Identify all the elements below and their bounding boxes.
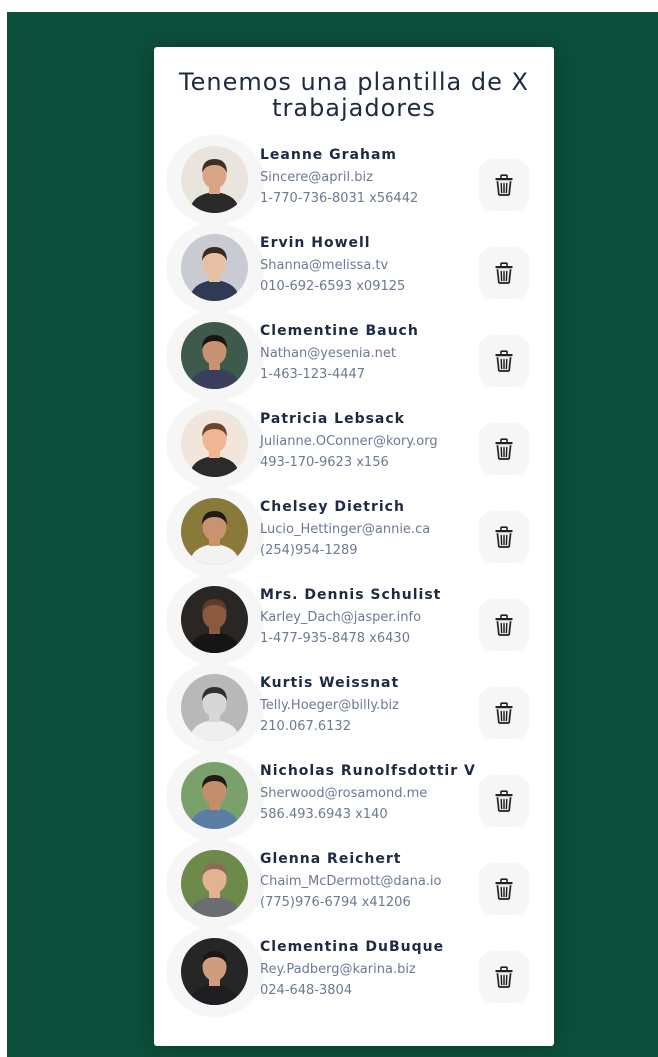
delete-button[interactable] bbox=[479, 511, 529, 563]
employee-row: Mrs. Dennis Schulist Karley_Dach@jasper.… bbox=[154, 575, 554, 665]
trash-icon bbox=[495, 262, 513, 284]
employee-info: Kurtis Weissnat Telly.Hoeger@billy.biz 2… bbox=[260, 674, 480, 737]
avatar bbox=[181, 146, 248, 213]
employee-info: Nicholas Runolfsdottir V Sherwood@rosamo… bbox=[260, 762, 480, 825]
employee-email: Sincere@april.biz bbox=[260, 170, 373, 185]
delete-button[interactable] bbox=[479, 599, 529, 651]
employee-name: Clementina DuBuque bbox=[260, 939, 445, 955]
employee-name: Clementine Bauch bbox=[260, 323, 419, 339]
employee-phone: 010-692-6593 x09125 bbox=[260, 279, 406, 294]
employee-email: Chaim_McDermott@dana.io bbox=[260, 874, 442, 889]
employee-email: Shanna@melissa.tv bbox=[260, 258, 389, 273]
avatar bbox=[181, 674, 248, 741]
employee-info: Clementine Bauch Nathan@yesenia.net 1-46… bbox=[260, 322, 480, 385]
trash-icon bbox=[495, 790, 513, 812]
employee-phone: 024-648-3804 bbox=[260, 983, 353, 998]
trash-icon bbox=[495, 438, 513, 460]
employee-list: Leanne Graham Sincere@april.biz 1-770-73… bbox=[154, 135, 554, 1017]
delete-button[interactable] bbox=[479, 863, 529, 915]
employee-info: Chelsey Dietrich Lucio_Hettinger@annie.c… bbox=[260, 498, 480, 561]
page-title: Tenemos una plantilla de X trabajadores bbox=[179, 68, 529, 122]
employee-info: Clementina DuBuque Rey.Padberg@karina.bi… bbox=[260, 938, 480, 1001]
delete-button[interactable] bbox=[479, 335, 529, 387]
employee-email: Sherwood@rosamond.me bbox=[260, 786, 428, 801]
employee-row: Glenna Reichert Chaim_McDermott@dana.io … bbox=[154, 839, 554, 929]
employee-name: Kurtis Weissnat bbox=[260, 675, 400, 691]
employee-phone: 1-463-123-4447 bbox=[260, 367, 366, 382]
avatar bbox=[181, 850, 248, 917]
page-background: Tenemos una plantilla de X trabajadores … bbox=[7, 12, 658, 1057]
employee-info: Ervin Howell Shanna@melissa.tv 010-692-6… bbox=[260, 234, 480, 297]
avatar bbox=[181, 498, 248, 565]
employee-phone: 1-477-935-8478 x6430 bbox=[260, 631, 410, 646]
employee-email: Nathan@yesenia.net bbox=[260, 346, 396, 361]
employee-row: Clementine Bauch Nathan@yesenia.net 1-46… bbox=[154, 311, 554, 401]
employee-phone: (254)954-1289 bbox=[260, 543, 358, 558]
employee-card: Tenemos una plantilla de X trabajadores … bbox=[154, 47, 554, 1046]
employee-phone: 493-170-9623 x156 bbox=[260, 455, 389, 470]
employee-info: Mrs. Dennis Schulist Karley_Dach@jasper.… bbox=[260, 586, 480, 649]
trash-icon bbox=[495, 878, 513, 900]
trash-icon bbox=[495, 614, 513, 636]
employee-name: Ervin Howell bbox=[260, 235, 371, 251]
avatar bbox=[181, 762, 248, 829]
employee-phone: 586.493.6943 x140 bbox=[260, 807, 388, 822]
employee-email: Karley_Dach@jasper.info bbox=[260, 610, 422, 625]
delete-button[interactable] bbox=[479, 159, 529, 211]
avatar bbox=[181, 410, 248, 477]
delete-button[interactable] bbox=[479, 423, 529, 475]
employee-row: Chelsey Dietrich Lucio_Hettinger@annie.c… bbox=[154, 487, 554, 577]
employee-row: Clementina DuBuque Rey.Padberg@karina.bi… bbox=[154, 927, 554, 1017]
employee-email: Rey.Padberg@karina.biz bbox=[260, 962, 416, 977]
employee-name: Patricia Lebsack bbox=[260, 411, 405, 427]
trash-icon bbox=[495, 702, 513, 724]
trash-icon bbox=[495, 966, 513, 988]
employee-email: Lucio_Hettinger@annie.ca bbox=[260, 522, 431, 537]
employee-info: Patricia Lebsack Julianne.OConner@kory.o… bbox=[260, 410, 480, 473]
avatar bbox=[181, 586, 248, 653]
employee-info: Leanne Graham Sincere@april.biz 1-770-73… bbox=[260, 146, 480, 209]
delete-button[interactable] bbox=[479, 247, 529, 299]
employee-email: Telly.Hoeger@billy.biz bbox=[260, 698, 399, 713]
employee-row: Kurtis Weissnat Telly.Hoeger@billy.biz 2… bbox=[154, 663, 554, 753]
employee-name: Leanne Graham bbox=[260, 147, 398, 163]
employee-name: Glenna Reichert bbox=[260, 851, 402, 867]
avatar bbox=[181, 234, 248, 301]
employee-email: Julianne.OConner@kory.org bbox=[260, 434, 438, 449]
avatar bbox=[181, 322, 248, 389]
trash-icon bbox=[495, 350, 513, 372]
employee-name: Chelsey Dietrich bbox=[260, 499, 405, 515]
delete-button[interactable] bbox=[479, 687, 529, 739]
employee-phone: 1-770-736-8031 x56442 bbox=[260, 191, 419, 206]
trash-icon bbox=[495, 174, 513, 196]
employee-phone: 210.067.6132 bbox=[260, 719, 351, 734]
employee-row: Patricia Lebsack Julianne.OConner@kory.o… bbox=[154, 399, 554, 489]
trash-icon bbox=[495, 526, 513, 548]
employee-row: Nicholas Runolfsdottir V Sherwood@rosamo… bbox=[154, 751, 554, 841]
employee-info: Glenna Reichert Chaim_McDermott@dana.io … bbox=[260, 850, 480, 913]
employee-name: Nicholas Runolfsdottir V bbox=[260, 763, 476, 779]
delete-button[interactable] bbox=[479, 951, 529, 1003]
employee-name: Mrs. Dennis Schulist bbox=[260, 587, 442, 603]
avatar bbox=[181, 938, 248, 1005]
employee-row: Ervin Howell Shanna@melissa.tv 010-692-6… bbox=[154, 223, 554, 313]
employee-row: Leanne Graham Sincere@april.biz 1-770-73… bbox=[154, 135, 554, 225]
employee-phone: (775)976-6794 x41206 bbox=[260, 895, 411, 910]
delete-button[interactable] bbox=[479, 775, 529, 827]
